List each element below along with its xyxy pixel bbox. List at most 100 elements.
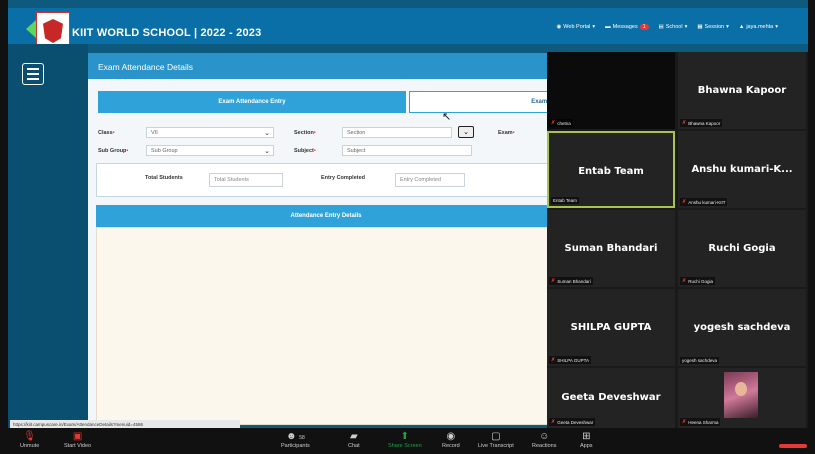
participant-tag-name: SHILPA GUPTA	[557, 357, 590, 363]
participant-tag-name: Suman Bhandari	[557, 278, 591, 284]
subgroup-select[interactable]: Sub Group ⌄	[146, 145, 274, 156]
section-label-text: Section	[294, 130, 314, 136]
record-button[interactable]: ◉ Record	[442, 430, 460, 449]
subject-placeholder: Subject	[347, 148, 366, 154]
school-icon: ▤	[658, 24, 664, 30]
section-dropdown-button[interactable]: ⌄	[458, 126, 474, 138]
share-screen-icon: ⬆	[400, 431, 410, 442]
menu-line	[27, 78, 39, 80]
unmute-button[interactable]: 🎙 Unmute	[20, 430, 39, 449]
web-portal-link[interactable]: ◉ Web Portal ▾	[556, 24, 595, 30]
attendance-entry-header: Attendance Entry Details	[96, 205, 556, 227]
unmute-label: Unmute	[20, 443, 40, 449]
tab-exam-attendance-other[interactable]: Exam A	[409, 91, 558, 113]
required-marker: •	[313, 130, 316, 136]
messages-link[interactable]: ▬ Messages 1	[605, 24, 649, 30]
section-label: Section•	[294, 130, 316, 136]
participant-name: SHILPA GUPTA	[570, 322, 652, 333]
session-link[interactable]: ▦ Session ▾	[697, 24, 729, 30]
attendance-entry-body	[96, 227, 556, 425]
participant-tag: yogesh sachdeva	[680, 357, 720, 364]
mic-muted-icon: ✗	[551, 419, 556, 425]
participant-tile[interactable]: ✗ Heena Sharma	[678, 368, 806, 428]
total-students-placeholder: Total Students	[214, 177, 249, 183]
chat-button[interactable]: ▰ Chat	[348, 430, 360, 449]
chevron-down-icon: ⌄	[264, 148, 270, 155]
exam-label-row: Exam•	[498, 127, 515, 139]
mic-muted-icon: ✗	[551, 120, 556, 126]
section-placeholder: Section	[347, 130, 366, 136]
participant-tag: ✗ SHILPA GUPTA	[549, 356, 592, 364]
entry-completed-placeholder: Entry Completed	[400, 177, 441, 183]
participant-tile[interactable]: Geeta Deveshwar ✗ Geeta Deveshwar	[547, 368, 675, 428]
participant-tag: ✗ Suman Bhandari	[549, 277, 593, 285]
chevron-down-icon: ⌄	[264, 130, 270, 137]
participants-label: Participants	[281, 443, 310, 449]
session-label: Session	[704, 24, 725, 30]
form-row-2: Sub Group•	[98, 145, 128, 157]
participant-tag: ✗ Geeta Deveshwar	[549, 418, 596, 426]
participant-name: Entab Team	[578, 166, 644, 177]
messages-badge: 1	[639, 24, 649, 30]
total-students-label: Total Students	[145, 175, 183, 181]
mic-muted-icon: 🎙	[23, 431, 36, 442]
tab-exam-attendance-entry[interactable]: Exam Attendance Entry	[98, 91, 406, 113]
totals-box: Total Students Total Students Entry Comp…	[96, 163, 556, 197]
participant-tile[interactable]: SHILPA GUPTA ✗ SHILPA GUPTA	[547, 289, 675, 366]
participant-tile[interactable]: Suman Bhandari ✗ Suman Bhandari	[547, 210, 675, 287]
participant-tag-name: Bhawna Kapoor	[688, 120, 721, 126]
total-students-field[interactable]: Total Students	[209, 173, 283, 187]
start-video-label: Start Video	[64, 443, 92, 449]
panel-title: Exam Attendance Details	[88, 53, 556, 79]
menu-line	[27, 73, 39, 75]
school-label: School	[665, 24, 683, 30]
smile-icon: ☺	[539, 431, 550, 442]
participant-tile[interactable]: ✗ chetna	[547, 52, 675, 129]
shield-icon	[43, 19, 63, 43]
end-meeting-button[interactable]	[779, 444, 807, 448]
subgroup-label: Sub Group•	[98, 148, 128, 154]
live-transcript-button[interactable]: ▢ Live Transcript	[478, 430, 514, 449]
menu-icon[interactable]	[22, 63, 44, 85]
exam-label-text: Exam	[498, 130, 513, 136]
back-arrow-icon[interactable]	[26, 20, 36, 38]
share-screen-button[interactable]: ⬆ Share Screen	[388, 430, 422, 449]
messages-label: Messages	[612, 24, 638, 30]
class-value: VII	[151, 130, 158, 136]
tab-bar: Exam Attendance Entry Exam A	[98, 91, 558, 113]
school-link[interactable]: ▤ School ▾	[659, 24, 688, 30]
participant-tile[interactable]: yogesh sachdeva yogesh sachdeva	[678, 289, 806, 366]
cc-icon: ▢	[491, 431, 501, 442]
chat-icon: ▰	[349, 431, 358, 442]
participant-tag: Entab Team	[551, 197, 579, 204]
participant-name: Geeta Deveshwar	[561, 392, 661, 403]
participants-button[interactable]: ☻ 58 Participants	[281, 430, 310, 449]
mic-muted-icon: ✗	[682, 278, 687, 284]
globe-icon: ◉	[556, 24, 562, 30]
participant-tile[interactable]: Anshu kumari-K... ✗ Anshu kumari-KIIT	[678, 131, 806, 208]
participant-tile[interactable]: Ruchi Gogia ✗ Ruchi Gogia	[678, 210, 806, 287]
class-label-text: Class	[98, 130, 113, 136]
required-marker: •	[512, 130, 515, 136]
required-marker: •	[112, 130, 115, 136]
live-transcript-label: Live Transcript	[478, 443, 514, 449]
class-select[interactable]: VII ⌄	[146, 127, 274, 138]
message-icon: ▬	[605, 24, 611, 30]
chevron-down-icon: ▾	[726, 24, 729, 30]
apps-button[interactable]: ⊞ Apps	[580, 430, 593, 449]
entry-completed-field[interactable]: Entry Completed	[395, 173, 465, 187]
participant-name: Bhawna Kapoor	[697, 85, 787, 96]
participant-tag: ✗ Ruchi Gogia	[680, 277, 715, 285]
form-row-1: Class•	[98, 127, 115, 139]
participant-name: yogesh sachdeva	[693, 322, 791, 333]
subject-select[interactable]: Subject	[342, 145, 472, 156]
mic-muted-icon: ✗	[682, 199, 687, 205]
user-menu[interactable]: ▲ jaya.mehta ▾	[739, 24, 778, 30]
participant-tile-active-speaker[interactable]: Entab Team Entab Team	[547, 131, 675, 208]
exam-attendance-panel: Exam Attendance Details Exam Attendance …	[88, 53, 558, 425]
start-video-button[interactable]: ▣ Start Video	[64, 430, 91, 449]
reactions-button[interactable]: ☺ Reactions	[532, 430, 556, 449]
section-select[interactable]: Section	[342, 127, 452, 138]
participant-name: Anshu kumari-K...	[691, 164, 793, 175]
participant-tile[interactable]: Bhawna Kapoor ✗ Bhawna Kapoor	[678, 52, 806, 129]
